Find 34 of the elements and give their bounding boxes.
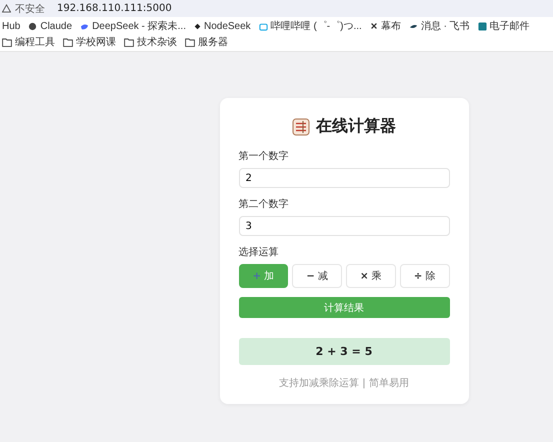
folder-icon xyxy=(63,38,73,46)
bookmark-link[interactable]: 消息 · 飞书 xyxy=(408,19,470,33)
field-label: 第一个数字 xyxy=(238,150,290,163)
bookmark-link[interactable]: 学校网课 xyxy=(63,35,116,49)
number-input[interactable]: 2 xyxy=(238,168,450,188)
security-label[interactable]: 不安全 xyxy=(15,2,45,16)
abacus-icon xyxy=(292,118,310,136)
bookmark-link[interactable]: NodeSeek xyxy=(194,20,251,32)
operation-button[interactable]: × 乘 xyxy=(346,264,396,288)
result-display: 2 + 3 = 5 xyxy=(238,338,450,365)
diamond-icon xyxy=(194,22,201,30)
folder-icon xyxy=(185,38,195,46)
operation-button[interactable]: ÷ 除 xyxy=(400,264,450,288)
field-label: 第二个数字 xyxy=(238,198,290,211)
footer-text: 支持加减乘除运算 | 简单易用 xyxy=(279,376,409,390)
warning-icon xyxy=(2,4,11,13)
bookmark-link[interactable]: 电子邮件 xyxy=(478,19,530,33)
operation-button[interactable]: − 减 xyxy=(292,264,342,288)
operation-label: 选择运算 xyxy=(238,246,280,259)
bookmark-link[interactable]: Hub xyxy=(2,20,20,32)
folder-icon xyxy=(124,38,134,46)
bookmark-link[interactable]: 哔哩哔哩 (゜-゜)つ... xyxy=(258,19,362,33)
bookmark-link[interactable]: Claude xyxy=(28,20,72,32)
number-input[interactable]: 3 xyxy=(238,216,450,236)
bookmark-link[interactable]: 编程工具 xyxy=(2,35,55,49)
bookmark-link[interactable]: DeepSeek - 探索未... xyxy=(80,19,186,33)
bookmark-link[interactable]: 服务器 xyxy=(185,35,228,49)
bookmark-link[interactable]: 幕布 xyxy=(370,19,401,33)
folder-icon xyxy=(2,38,12,46)
url-text[interactable]: 192.168.110.111:5000 xyxy=(57,3,172,14)
calculator-title: 在线计算器 xyxy=(316,116,396,137)
bookmark-link[interactable]: 技术杂谈 xyxy=(124,35,177,49)
cross-icon xyxy=(370,22,378,30)
tv-icon xyxy=(258,22,268,30)
